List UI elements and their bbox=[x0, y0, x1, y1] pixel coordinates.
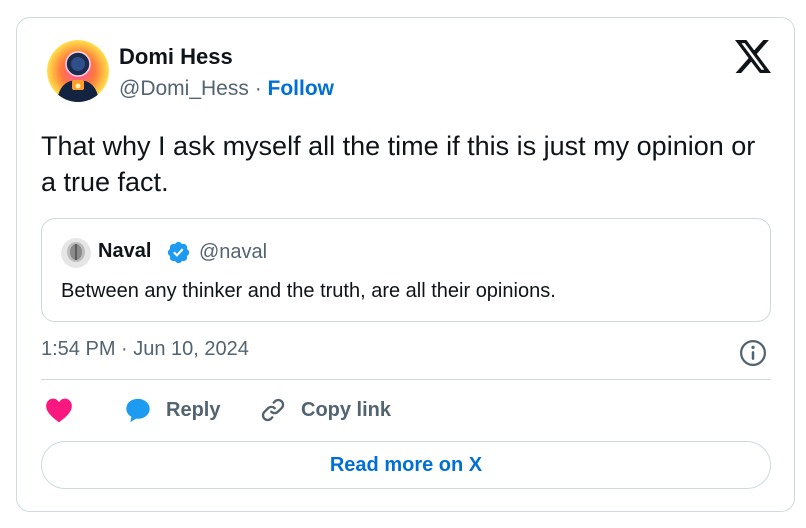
link-icon bbox=[261, 398, 285, 422]
tweet-timestamp[interactable]: 1:54 PM · Jun 10, 2024 bbox=[41, 338, 249, 361]
author-handle-line: @Domi_Hess · Follow bbox=[119, 77, 334, 101]
tweet-text: That why I ask myself all the time if th… bbox=[41, 131, 756, 197]
copy-link-button[interactable]: Copy link bbox=[259, 395, 391, 425]
quoted-author-handle: @naval bbox=[199, 241, 268, 263]
verified-badge-icon bbox=[167, 241, 190, 264]
heart-icon bbox=[46, 398, 72, 423]
reply-button[interactable]: Reply bbox=[124, 395, 220, 425]
read-more-button[interactable]: Read more on X bbox=[41, 441, 771, 489]
quoted-tweet-text: Between any thinker and the truth, are a… bbox=[61, 280, 556, 302]
handle-separator: · bbox=[248, 77, 268, 100]
author-name[interactable]: Domi Hess bbox=[119, 44, 233, 70]
info-icon[interactable] bbox=[738, 338, 768, 368]
follow-link[interactable]: Follow bbox=[268, 77, 335, 100]
author-handle[interactable]: @Domi_Hess bbox=[119, 77, 249, 100]
author-avatar[interactable] bbox=[47, 40, 109, 102]
quoted-author-avatar bbox=[61, 238, 91, 268]
divider bbox=[41, 379, 771, 380]
copy-link-label: Copy link bbox=[301, 398, 392, 421]
reply-label: Reply bbox=[166, 398, 221, 421]
like-button[interactable] bbox=[45, 395, 73, 425]
quoted-tweet[interactable]: Naval @naval Between any thinker and the… bbox=[41, 218, 771, 322]
x-logo-icon[interactable] bbox=[735, 40, 771, 73]
reply-bubble-icon bbox=[126, 398, 150, 423]
tweet-embed-card: Domi Hess @Domi_Hess · Follow That why I… bbox=[16, 17, 795, 512]
quoted-author-name: Naval bbox=[98, 240, 152, 262]
